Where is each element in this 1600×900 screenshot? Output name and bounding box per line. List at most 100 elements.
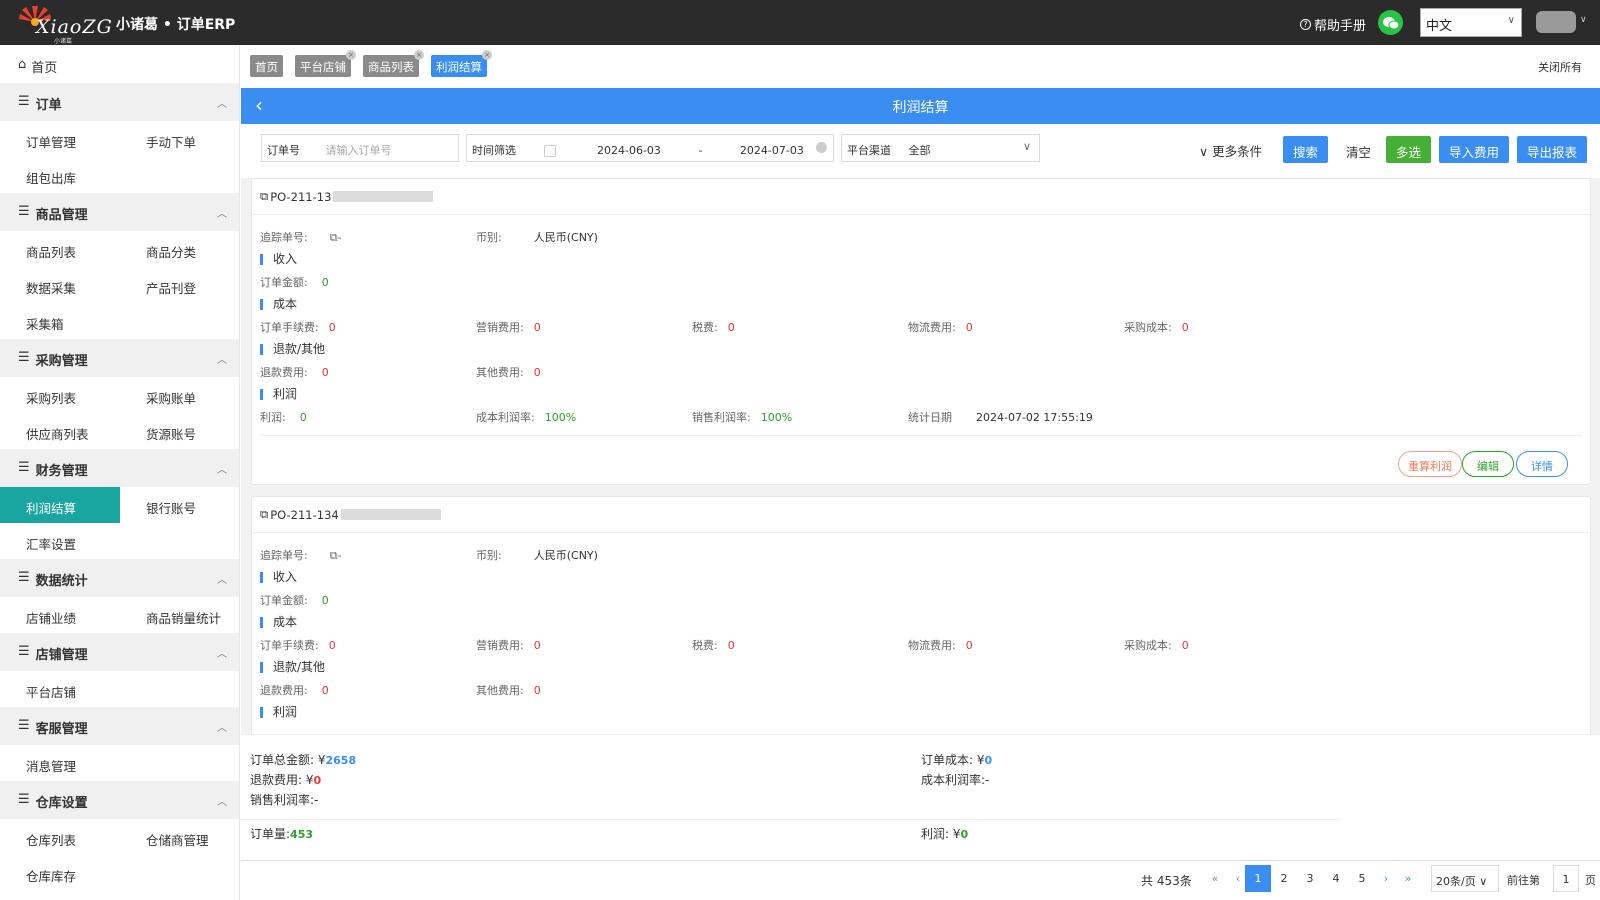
copy-icon[interactable]: ⧉: [260, 189, 268, 204]
sidebar-item[interactable]: 仓储商管理: [120, 819, 239, 855]
sidebar-item[interactable]: 订单管理: [0, 121, 120, 157]
first-page-icon[interactable]: «: [1208, 865, 1222, 892]
list-icon: ☰: [18, 94, 30, 109]
sidebar-item[interactable]: 银行账号: [120, 487, 239, 523]
clear-button[interactable]: 清空: [1346, 142, 1371, 161]
list-icon: ☰: [18, 718, 30, 733]
close-icon[interactable]: ×: [482, 50, 492, 60]
multi-select-button[interactable]: 多选: [1386, 136, 1432, 163]
close-icon[interactable]: ×: [346, 50, 356, 60]
page-button[interactable]: 4: [1323, 865, 1349, 892]
language-select[interactable]: 中文 ∨: [1420, 8, 1522, 37]
order-card: ⧉ PO-211-13 追踪单号: ⧉- 币别: 人民币(CNY) 收入 订单金额: 0 成本 订单…: [251, 178, 1591, 485]
tab[interactable]: 平台店铺 ×: [295, 50, 356, 77]
sidebar-group-7[interactable]: ☰ 仓库设置 ︿: [0, 781, 239, 819]
order-card-list: ⧉ PO-211-13 追踪单号: ⧉- 币别: 人民币(CNY) 收入 订单金额: 0 成本 订单…: [241, 178, 1600, 734]
summary-refund: 退款费用: ¥0: [250, 773, 322, 787]
sidebar-item[interactable]: 采集箱: [0, 303, 120, 339]
sidebar-item[interactable]: 利润结算: [0, 487, 120, 523]
currency-row: 币别: 人民币(CNY): [476, 231, 598, 244]
page-button[interactable]: 2: [1271, 865, 1297, 892]
copy-icon[interactable]: ⧉: [330, 549, 338, 562]
detail-button[interactable]: 详情: [1516, 451, 1568, 477]
search-button[interactable]: 搜索: [1283, 136, 1329, 163]
stat-date-row: 统计日期 2024-07-02 17:55:19: [908, 411, 1093, 424]
avatar[interactable]: [1536, 11, 1576, 33]
fee-row: 订单手续费: 0: [260, 321, 336, 334]
total-count: 共 453条: [1141, 874, 1192, 888]
sidebar-item[interactable]: 商品销量统计: [120, 597, 239, 633]
page-button[interactable]: 5: [1349, 865, 1375, 892]
order-no-input[interactable]: 请输入订单号: [326, 144, 392, 157]
sidebar-group-0[interactable]: ☰ 订单 ︿: [0, 83, 239, 121]
sidebar-item[interactable]: 汇率设置: [0, 523, 120, 559]
date-start[interactable]: 2024-06-03: [597, 144, 661, 157]
sidebar-group-3[interactable]: ☰ 财务管理 ︿: [0, 449, 239, 487]
sidebar-group-items: 店铺业绩 商品销量统计: [0, 597, 239, 633]
chevron-down-icon[interactable]: ∨: [1580, 15, 1587, 25]
sidebar-item[interactable]: 仓库库存: [0, 855, 120, 891]
sidebar-item-home[interactable]: ⌂ 首页: [0, 45, 239, 83]
sidebar-group-2[interactable]: ☰ 采购管理 ︿: [0, 339, 239, 377]
more-conditions-toggle[interactable]: ∨ 更多条件: [1199, 141, 1262, 160]
sidebar-group-label: 仓库设置: [35, 796, 88, 811]
sidebar-item[interactable]: 采购列表: [0, 377, 120, 413]
page-size-select[interactable]: 20条/页 ∨: [1431, 865, 1499, 892]
goto-input[interactable]: 1: [1553, 865, 1579, 892]
section-income: 收入: [260, 253, 297, 265]
sidebar-item[interactable]: 店铺业绩: [0, 597, 120, 633]
export-report-button[interactable]: 导出报表: [1517, 136, 1588, 163]
list-icon: ☰: [18, 644, 30, 659]
wechat-icon[interactable]: [1378, 10, 1403, 35]
recalc-profit-button[interactable]: 重算利润: [1398, 451, 1462, 477]
last-page-icon[interactable]: »: [1401, 865, 1415, 892]
sidebar-group-4[interactable]: ☰ 数据统计 ︿: [0, 559, 239, 597]
sidebar-item[interactable]: 手动下单: [120, 121, 239, 157]
close-all-button[interactable]: 关闭所有: [1538, 59, 1582, 75]
sidebar-group-items: 订单管理 手动下单 组包出库: [0, 121, 239, 193]
chevron-up-icon: ︿: [217, 99, 227, 110]
summary-panel: 订单总金额: ¥2658 订单成本: ¥0 退款费用: ¥0 成本利润率:- 销…: [241, 734, 1600, 854]
import-fees-button[interactable]: 导入费用: [1439, 136, 1510, 163]
sidebar-item[interactable]: 货源账号: [120, 413, 239, 449]
close-icon[interactable]: ×: [414, 50, 424, 60]
sidebar-item[interactable]: 商品列表: [0, 231, 120, 267]
copy-icon[interactable]: ⧉: [330, 231, 338, 244]
page-button[interactable]: 1: [1245, 865, 1271, 892]
page-button[interactable]: 3: [1297, 865, 1323, 892]
logo[interactable]: XiaoZG 小诸葛: [18, 4, 112, 45]
copy-icon[interactable]: ⧉: [260, 507, 268, 522]
sidebar-item[interactable]: 消息管理: [0, 745, 120, 781]
sidebar-item[interactable]: 平台店铺: [0, 671, 120, 707]
sidebar-item[interactable]: 商品分类: [120, 231, 239, 267]
tab[interactable]: 利润结算 ×: [431, 50, 492, 77]
logistics-row: 物流费用: 0: [908, 321, 973, 334]
order-no-field[interactable]: 订单号 请输入订单号: [261, 134, 459, 162]
tab-label: 平台店铺: [300, 60, 346, 74]
date-end[interactable]: 2024-07-03: [740, 144, 804, 157]
sidebar-item[interactable]: 采购账单: [120, 377, 239, 413]
help-link[interactable]: ? 帮助手册: [1300, 15, 1366, 34]
clear-date-icon[interactable]: [816, 142, 827, 153]
other-fee-row: 其他费用: 0: [476, 366, 541, 379]
more-conditions-label: 更多条件: [1212, 144, 1263, 159]
summary-order-count: 订单量:453: [250, 827, 314, 841]
channel-select[interactable]: 平台渠道 全部 ∨: [841, 134, 1040, 162]
sidebar-item[interactable]: 产品刊登: [120, 267, 239, 303]
sidebar-item[interactable]: 供应商列表: [0, 413, 120, 449]
time-filter[interactable]: 时间筛选 2024-06-03 - 2024-07-03: [466, 134, 834, 162]
prev-page-icon[interactable]: ‹: [1231, 865, 1245, 892]
sidebar-group-5[interactable]: ☰ 店铺管理 ︿: [0, 633, 239, 671]
tab[interactable]: 商品列表 ×: [363, 50, 424, 77]
next-page-icon[interactable]: ›: [1379, 865, 1393, 892]
tab[interactable]: 首页: [250, 55, 283, 77]
sidebar-group-1[interactable]: ☰ 商品管理 ︿: [0, 193, 239, 231]
sidebar-item[interactable]: 组包出库: [0, 157, 120, 193]
sidebar-item[interactable]: 数据采集: [0, 267, 120, 303]
sidebar-group-6[interactable]: ☰ 客服管理 ︿: [0, 707, 239, 745]
summary-order-cost: 订单成本: ¥0: [921, 753, 993, 767]
help-label: 帮助手册: [1314, 19, 1367, 34]
tab-label: 商品列表: [368, 60, 414, 74]
sidebar-item[interactable]: 仓库列表: [0, 819, 120, 855]
edit-button[interactable]: 编辑: [1462, 451, 1514, 477]
